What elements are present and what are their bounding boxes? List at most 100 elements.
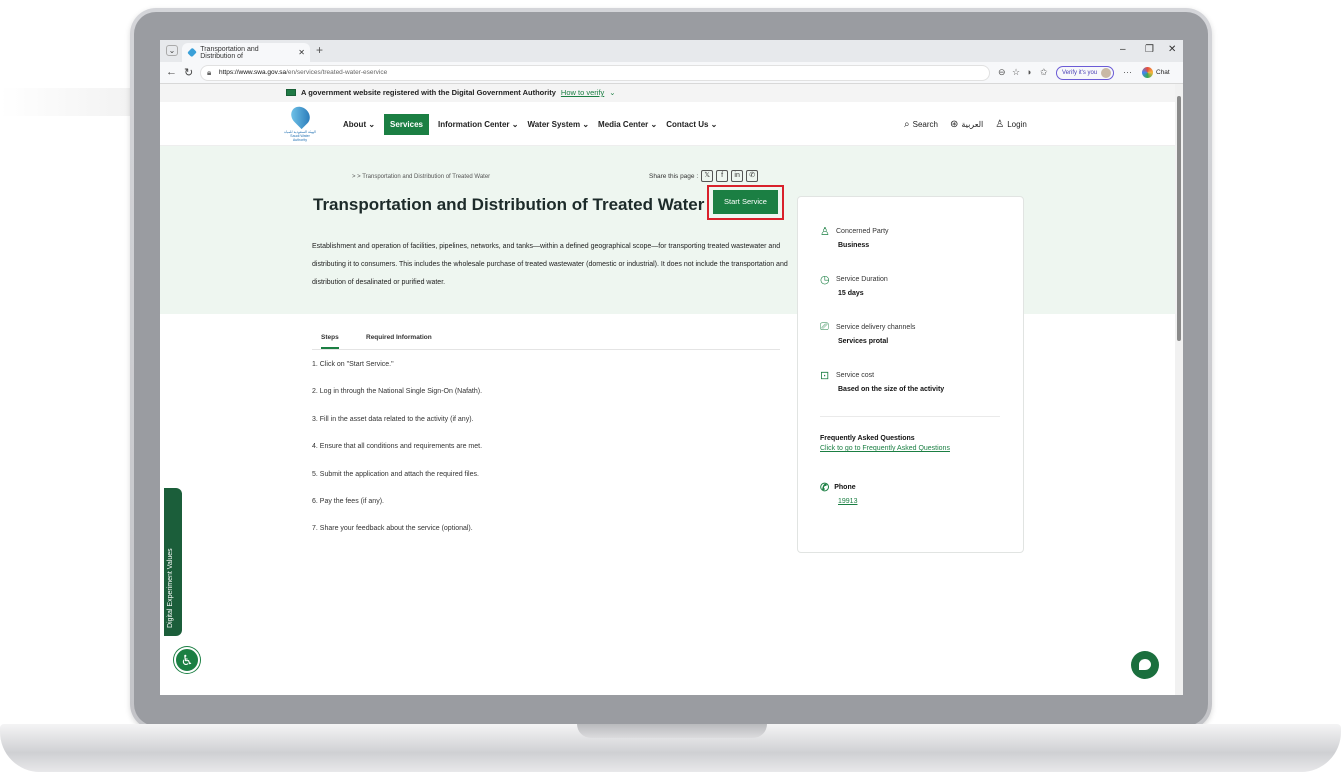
favorites-icon[interactable]: ✩ [1040, 67, 1048, 78]
page-title: Transportation and Distribution of Treat… [313, 195, 705, 214]
money-icon: ⊡ [820, 370, 830, 382]
tab-bar: ⌄ Transportation and Distribution of ✕ +… [160, 40, 1183, 62]
site-header: الهيئة السعودية للمياه Saudi Water Autho… [160, 102, 1175, 146]
phone-link[interactable]: 19913 [820, 498, 857, 505]
url-host: https://www.swa.gov.sa [219, 69, 287, 76]
swa-logo[interactable]: الهيئة السعودية للمياه Saudi Water Autho… [283, 102, 317, 142]
logo-text: الهيئة السعودية للمياه Saudi Water Autho… [284, 130, 316, 142]
glare [0, 88, 140, 116]
new-tab-icon[interactable]: + [316, 43, 323, 57]
steps-list: 1. Click on "Start Service." 2. Log in t… [312, 359, 782, 551]
linkedin-icon[interactable]: in [731, 170, 744, 182]
gov-banner: A government website registered with the… [160, 84, 1175, 102]
service-duration-value: 15 days [838, 290, 864, 297]
chevron-down-icon[interactable]: ⌄ [609, 88, 615, 97]
star-icon[interactable]: ☆ [1012, 67, 1020, 78]
clock-icon: ◷ [820, 274, 830, 286]
scrollbar[interactable] [1175, 84, 1183, 695]
language-icon: ⊛ [949, 119, 959, 130]
tab-actions-icon[interactable]: ⌄ [166, 45, 178, 56]
minimize-icon[interactable]: – [1120, 44, 1126, 55]
list-item: 3. Fill in the asset data related to the… [312, 415, 474, 423]
tab-required-information[interactable]: Required Information [366, 334, 432, 341]
list-item: 2. Log in through the National Single Si… [312, 388, 483, 396]
faq-title: Frequently Asked Questions [820, 435, 915, 442]
info-tabs: Steps Required Information [312, 328, 780, 350]
nav-contact-us[interactable]: Contact Us ⌄ [666, 115, 717, 134]
extension-icon[interactable]: ◑ [1026, 67, 1031, 77]
facebook-icon[interactable]: f [716, 170, 729, 182]
zoom-icon[interactable]: ⊖ [998, 67, 1006, 78]
close-window-icon[interactable]: ✕ [1168, 44, 1176, 55]
copilot-button[interactable]: Chat [1142, 67, 1170, 78]
monitor-icon: ⎚ [820, 321, 829, 333]
accessibility-icon[interactable]: ♿︎ [174, 647, 200, 673]
laptop-notch [577, 724, 767, 738]
list-item: 5. Submit the application and attach the… [312, 470, 479, 478]
x-icon[interactable]: 𝕏 [701, 170, 714, 182]
address-bar: ← ↻ 🔒︎ https://www.swa.gov.sa/en/service… [160, 62, 1183, 84]
start-service-button[interactable]: Start Service [713, 190, 778, 214]
delivery-channels-value: Services protal [838, 338, 889, 345]
concerned-party: ♙ Concerned Party Business [820, 226, 889, 249]
nav-water-system[interactable]: Water System ⌄ [527, 115, 589, 134]
share-bar: Share this page : 𝕏 f in ✆ [649, 170, 759, 182]
laptop-mockup: ⌄ Transportation and Distribution of ✕ +… [0, 0, 1341, 774]
nav-media-center[interactable]: Media Center ⌄ [598, 115, 657, 134]
divider [820, 416, 1000, 417]
login-button[interactable]: ♙ Login [995, 119, 1027, 130]
language-button[interactable]: ⊛ العربية [950, 119, 983, 130]
breadcrumb[interactable]: > > Transportation and Distribution of T… [352, 174, 490, 180]
lock-icon: 🔒︎ [207, 68, 212, 77]
nav-information-center[interactable]: Information Center ⌄ [438, 115, 519, 134]
how-to-verify-link[interactable]: How to verify [561, 88, 604, 97]
list-item: 7. Share your feedback about the service… [312, 525, 473, 533]
flag-icon [286, 89, 296, 96]
list-item: 4. Ensure that all conditions and requir… [312, 443, 483, 451]
service-info-card: ♙ Concerned Party Business ◷ Service Durat… [797, 196, 1024, 553]
chat-label: Chat [1156, 69, 1170, 76]
phone-label: Phone [834, 484, 856, 491]
water-drop-icon [287, 102, 314, 130]
tab-steps[interactable]: Steps [321, 334, 339, 349]
whatsapp-icon[interactable]: ✆ [746, 170, 759, 182]
digital-experiment-tab[interactable]: Digital Experiment Values [164, 488, 182, 636]
screen: ⌄ Transportation and Distribution of ✕ +… [160, 40, 1183, 695]
share-label: Share this page : [649, 172, 699, 180]
phone-section: ✆ Phone 19913 [820, 481, 857, 505]
service-duration: ◷ Service Duration 15 days [820, 274, 888, 297]
search-button[interactable]: ⌕ Search [904, 119, 938, 130]
url-path: /en/services/treated-water-eservice [286, 69, 388, 76]
faq-section: Frequently Asked Questions Click to go t… [820, 435, 950, 452]
avatar [1101, 68, 1111, 78]
list-item: 1. Click on "Start Service." [312, 361, 394, 368]
copilot-icon [1142, 67, 1153, 78]
favicon-icon [187, 47, 197, 58]
url-input[interactable]: 🔒︎ https://www.swa.gov.sa/en/services/tr… [200, 65, 990, 81]
refresh-icon[interactable]: ↻ [184, 66, 193, 79]
back-icon[interactable]: ← [166, 66, 177, 78]
close-icon[interactable]: ✕ [298, 48, 305, 57]
browser-tab[interactable]: Transportation and Distribution of ✕ [182, 43, 310, 62]
scrollbar-thumb[interactable] [1177, 96, 1181, 341]
verify-label: Verify it's you [1062, 70, 1098, 76]
restore-icon[interactable]: ❐ [1145, 44, 1154, 55]
profile-button[interactable]: Verify it's you [1056, 66, 1114, 80]
tab-title: Transportation and Distribution of [200, 45, 259, 60]
web-page: A government website registered with the… [160, 84, 1183, 695]
gov-banner-text: A government website registered with the… [301, 88, 556, 97]
main-nav: About ⌄ Services Information Center ⌄ Wa… [343, 114, 717, 135]
nav-services[interactable]: Services [384, 114, 429, 135]
list-item: 6. Pay the fees (if any). [312, 497, 384, 505]
service-description: Establishment and operation of facilitie… [312, 243, 788, 286]
more-icon[interactable]: ··· [1123, 67, 1132, 77]
chat-icon[interactable] [1131, 651, 1159, 679]
concerned-party-value: Business [838, 242, 870, 249]
header-actions: ⌕ Search ⊛ العربية ♙ Login [904, 119, 1027, 130]
faq-link[interactable]: Click to go to Frequently Asked Question… [820, 445, 950, 452]
user-icon: ♙ [820, 226, 830, 238]
delivery-channels: ⎚ Service delivery channels Services prot… [820, 321, 916, 345]
nav-about[interactable]: About ⌄ [343, 115, 375, 134]
service-cost-value: Based on the size of the activity [838, 386, 945, 393]
service-cost: ⊡ Service cost Based on the size of the a… [820, 370, 945, 393]
